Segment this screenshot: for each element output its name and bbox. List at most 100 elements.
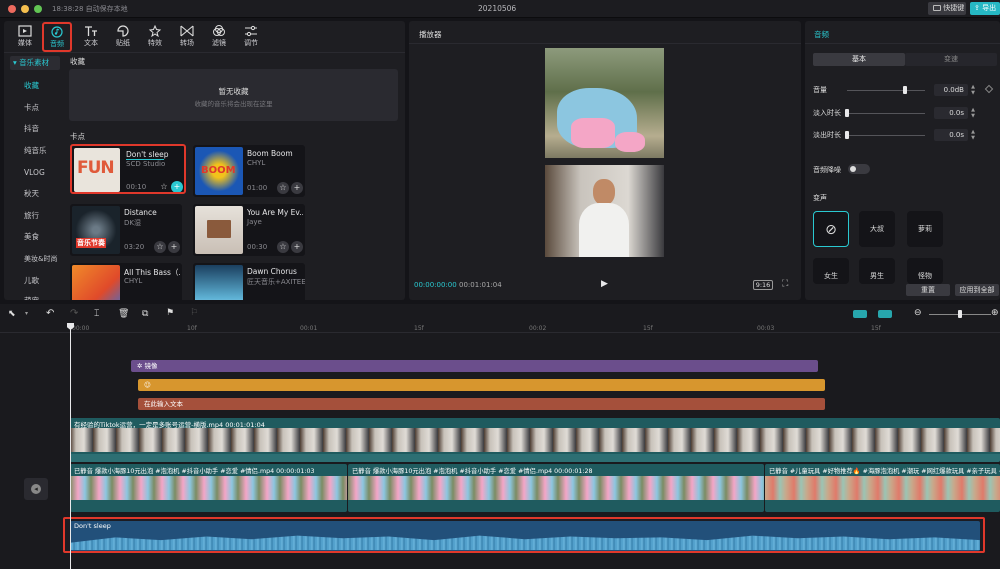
redo-icon[interactable]: ↷ xyxy=(70,308,78,319)
fadein-value[interactable]: 0.0s xyxy=(934,107,968,119)
fadein-stepper[interactable]: ▲ ▼ xyxy=(969,107,977,119)
music-card[interactable]: 音乐节奏 Distance DK湿 03:20 ☆ + xyxy=(70,204,182,256)
chevron-down-icon[interactable]: ▾ xyxy=(25,310,28,317)
minimize-window-button[interactable] xyxy=(21,5,29,13)
fadeout-stepper[interactable]: ▲ ▼ xyxy=(969,129,977,141)
keyframe-icon[interactable] xyxy=(984,84,994,94)
export-button[interactable]: ⇪ 导出 xyxy=(970,2,1000,15)
fadein-slider[interactable] xyxy=(847,113,925,114)
ruler-label: 10f xyxy=(187,325,197,332)
favorite-star-icon[interactable]: ☆ xyxy=(154,241,166,253)
ratio-button[interactable]: 9:16 xyxy=(753,280,773,290)
none-icon: ⊘ xyxy=(825,222,837,238)
music-card[interactable]: FUN Don't sleep SCD Studio 00:10 ☆ + xyxy=(70,144,186,194)
tool-media[interactable]: 媒体 xyxy=(10,23,40,51)
text-track-clip[interactable]: 在此输入文本 xyxy=(138,398,825,410)
split-icon[interactable]: ⌶ xyxy=(94,309,99,319)
music-card[interactable]: All This Bass（... CHYL xyxy=(70,263,182,300)
filter-icon xyxy=(213,25,225,36)
select-tool-icon[interactable]: ⬉ xyxy=(8,309,16,319)
close-window-button[interactable] xyxy=(8,5,16,13)
apply-all-button[interactable]: 应用到全部 xyxy=(955,284,999,296)
reset-button[interactable]: 重置 xyxy=(906,284,950,296)
tool-text[interactable]: 文本 xyxy=(76,23,106,51)
sidebar-item-autumn[interactable]: 秋天 xyxy=(12,187,58,201)
song-duration: 01:00 xyxy=(247,184,268,192)
voice-male-option[interactable]: 男生 xyxy=(859,258,895,284)
tool-filter[interactable]: 滤镜 xyxy=(204,23,234,51)
tool-adjust[interactable]: 调节 xyxy=(236,23,266,51)
project-name: 20210506 xyxy=(478,4,517,13)
link-icon[interactable] xyxy=(878,310,892,318)
tab-speed[interactable]: 变速 xyxy=(905,53,997,66)
favorite-star-icon[interactable]: ☆ xyxy=(277,182,289,194)
favorite-star-icon[interactable]: ☆ xyxy=(277,241,289,253)
volume-slider-handle[interactable] xyxy=(903,86,907,94)
marker-icon[interactable]: ⚑ xyxy=(166,308,174,318)
sidebar-item-travel[interactable]: 旅行 xyxy=(12,209,58,223)
zoom-slider-handle[interactable] xyxy=(958,310,962,318)
sidebar-item-food[interactable]: 美食 xyxy=(12,230,58,244)
voice-uncle-option[interactable]: 大叔 xyxy=(859,211,895,247)
sidebar-header[interactable]: ▾ 音乐素材 xyxy=(10,56,60,70)
fadeout-slider[interactable] xyxy=(847,135,925,136)
sidebar-item-kids[interactable]: 儿歌 xyxy=(12,274,58,288)
divider xyxy=(409,43,801,44)
favorite-star-icon[interactable]: ☆ xyxy=(158,181,170,192)
audio-track-selection[interactable]: Don't sleep xyxy=(63,517,985,553)
fadeout-slider-handle[interactable] xyxy=(845,131,849,139)
playhead[interactable] xyxy=(70,323,71,569)
add-button[interactable]: + xyxy=(171,181,183,192)
tab-basic[interactable]: 基本 xyxy=(813,53,905,66)
pip-clip-1[interactable]: 已静音 爆款小海豚10元出泡 #泡泡机 #抖音小助手 #恋爱 #情侣.mp4 0… xyxy=(70,464,347,512)
chevron-down-icon: ▾ xyxy=(13,58,17,67)
zoom-in-icon[interactable]: ⊕ xyxy=(991,308,999,318)
add-button[interactable]: + xyxy=(168,241,180,253)
sidebar-item-beat[interactable]: 卡点 xyxy=(12,101,58,115)
sticker-track-clip[interactable]: ☺ xyxy=(138,379,825,391)
audio-clip[interactable]: Don't sleep xyxy=(70,521,980,551)
tool-audio[interactable]: 音频 xyxy=(42,22,72,52)
shortcut-button[interactable]: 快捷键 xyxy=(928,2,966,15)
pip-clip-2[interactable]: 已静音 爆款小海豚10元出泡 #泡泡机 #抖音小助手 #恋爱 #情侣.mp4 0… xyxy=(348,464,764,512)
main-video-clip[interactable]: 有经验的Tiktok运营，一定是多账号运营-横版.mp4 00:01:01:04 xyxy=(70,418,1000,462)
zoom-window-button[interactable] xyxy=(34,5,42,13)
fullscreen-icon[interactable]: ⛶ xyxy=(782,279,788,289)
cover-button[interactable]: ◂ xyxy=(24,478,48,500)
tool-sticker[interactable]: 贴纸 xyxy=(108,23,138,51)
cover-text: 音乐节奏 xyxy=(76,238,106,248)
tool-transition[interactable]: 转场 xyxy=(172,23,202,51)
fadein-slider-handle[interactable] xyxy=(845,109,849,117)
sidebar-item-vlog[interactable]: VLOG xyxy=(12,166,58,180)
sidebar-item-douyin[interactable]: 抖音 xyxy=(12,122,58,136)
voice-female-option[interactable]: 女生 xyxy=(813,258,849,284)
pip-clip-2-label: 已静音 爆款小海豚10元出泡 #泡泡机 #抖音小助手 #恋爱 #情侣.mp4 0… xyxy=(352,468,593,475)
undo-icon[interactable]: ↶ xyxy=(46,308,54,319)
sidebar-item-beauty-fashion[interactable]: 美妆&时尚 xyxy=(12,252,58,266)
timeline-ruler[interactable] xyxy=(0,323,1000,333)
volume-stepper[interactable]: ▲ ▼ xyxy=(969,84,977,96)
voice-monster-option[interactable]: 怪物 xyxy=(907,258,943,284)
sidebar-item-favorites[interactable]: 收藏 xyxy=(12,79,58,93)
voice-none-option[interactable]: ⊘ xyxy=(813,211,849,247)
voice-loli-option[interactable]: 萝莉 xyxy=(907,211,943,247)
pip-clip-3[interactable]: 已静音 #儿童玩具 #好物推荐🔥 #海豚泡泡机 #潮玩 #网红爆款玩具 #亲子玩… xyxy=(765,464,1000,512)
add-button[interactable]: + xyxy=(291,182,303,194)
music-card[interactable]: Dawn Chorus 匠天音乐+AXITEE xyxy=(193,263,305,300)
music-card[interactable]: You Are My Ev... Jaye 00:30 ☆ + xyxy=(193,204,305,256)
zoom-out-icon[interactable]: ⊖ xyxy=(914,308,922,318)
add-button[interactable]: + xyxy=(291,241,303,253)
tool-effects[interactable]: 特效 xyxy=(140,23,170,51)
snap-icon[interactable] xyxy=(853,310,867,318)
music-card[interactable]: BOOM Boom Boom CHYL 01:00 ☆ + xyxy=(193,145,305,197)
volume-value[interactable]: 0.0dB xyxy=(934,84,968,96)
denoise-toggle[interactable] xyxy=(848,164,870,174)
volume-slider[interactable] xyxy=(847,90,925,91)
effect-track-clip[interactable]: ✲ 镜像 xyxy=(131,360,818,372)
play-button[interactable]: ▶ xyxy=(601,279,608,289)
sidebar-item-pets[interactable]: 萌宠 xyxy=(12,294,58,300)
freeze-frame-icon[interactable]: ⧉ xyxy=(142,309,148,319)
fadeout-value[interactable]: 0.0s xyxy=(934,129,968,141)
delete-icon[interactable]: 🗑 xyxy=(118,309,129,319)
sidebar-item-pure-music[interactable]: 纯音乐 xyxy=(12,144,58,158)
